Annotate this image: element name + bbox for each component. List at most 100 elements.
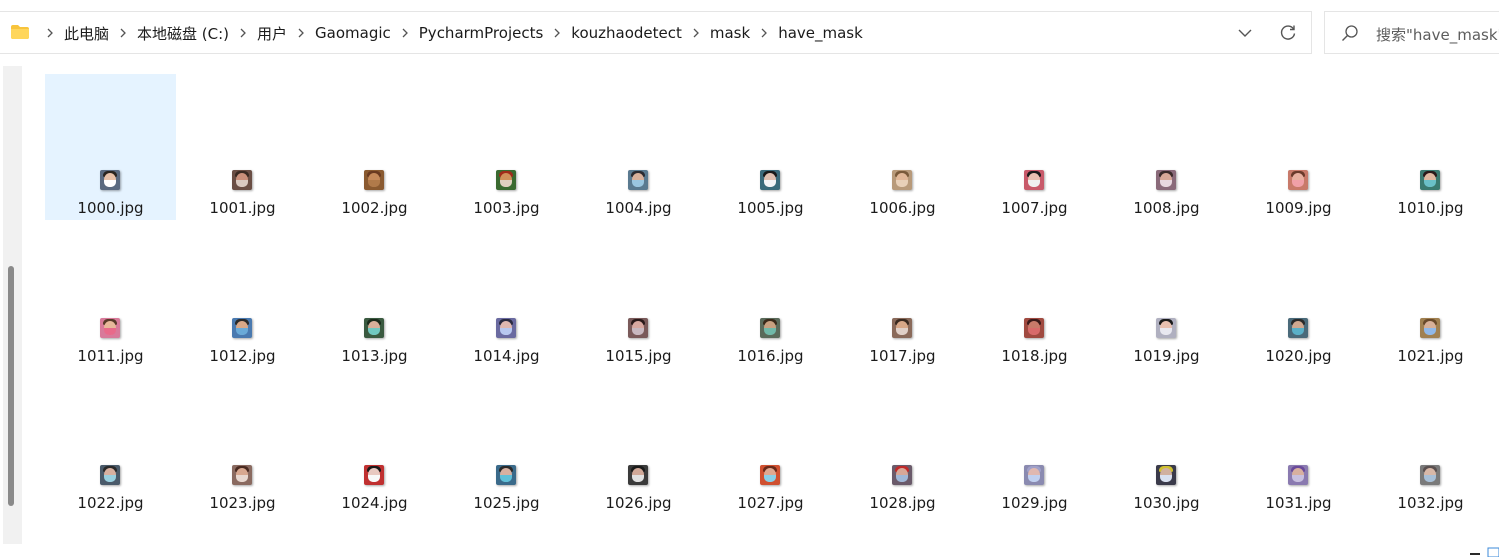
file-name: 1008.jpg [1133,199,1200,217]
file-name: 1002.jpg [341,199,408,217]
image-thumbnail [232,317,252,338]
file-item[interactable]: 1010.jpg [1365,74,1496,220]
image-thumbnail [1420,170,1440,190]
image-thumbnail [232,170,252,190]
file-item[interactable]: 1005.jpg [705,74,836,220]
file-item[interactable]: 1016.jpg [705,222,836,368]
breadcrumb-mask[interactable]: mask [706,24,754,42]
image-thumbnail [1288,465,1308,485]
file-item[interactable]: 1027.jpg [705,369,836,515]
file-item[interactable]: 1018.jpg [969,222,1100,368]
file-item[interactable]: 1020.jpg [1233,222,1364,368]
image-thumbnail [1156,317,1176,338]
chevron-right-icon[interactable] [686,26,706,41]
file-item[interactable]: 1008.jpg [1101,74,1232,220]
file-name: 1007.jpg [1001,199,1068,217]
breadcrumb-users[interactable]: 用户 [253,23,291,44]
file-name: 1027.jpg [737,494,804,512]
image-thumbnail [892,170,912,190]
file-name: 1001.jpg [209,199,276,217]
file-name: 1000.jpg [77,199,144,217]
image-thumbnail [628,170,648,190]
image-thumbnail [892,317,912,338]
file-item[interactable]: 1017.jpg [837,222,968,368]
file-item[interactable]: 1031.jpg [1233,369,1364,515]
file-item[interactable]: 1013.jpg [309,222,440,368]
image-thumbnail [496,465,516,485]
file-name: 1017.jpg [869,346,936,365]
file-item[interactable]: 1003.jpg [441,74,572,220]
address-toolbar: 此电脑 本地磁盘 (C:) 用户 Gaomagic PycharmProject… [0,0,1499,66]
image-thumbnail [760,170,780,190]
chevron-right-icon[interactable] [754,26,774,41]
breadcrumb-this-pc[interactable]: 此电脑 [60,23,113,44]
address-history-button[interactable] [1229,18,1261,48]
file-name: 1024.jpg [341,494,408,512]
breadcrumb-user-folder[interactable]: Gaomagic [311,24,395,42]
image-thumbnail [628,465,648,485]
breadcrumb-pycharm-projects[interactable]: PycharmProjects [415,24,548,42]
file-item[interactable]: 1025.jpg [441,369,572,515]
file-name: 1016.jpg [737,346,804,365]
image-thumbnail [1024,317,1044,338]
view-toggle-icon[interactable] [1470,547,1499,557]
file-item[interactable]: 1001.jpg [177,74,308,220]
file-item[interactable]: 1011.jpg [45,222,176,368]
image-thumbnail [364,465,384,485]
file-item[interactable]: 1024.jpg [309,369,440,515]
chevron-right-icon[interactable] [233,26,253,41]
image-thumbnail [496,317,516,338]
chevron-right-icon[interactable] [113,26,133,41]
image-thumbnail [892,465,912,485]
file-item[interactable]: 1002.jpg [309,74,440,220]
file-item[interactable]: 1012.jpg [177,222,308,368]
file-item[interactable]: 1030.jpg [1101,369,1232,515]
file-item[interactable]: 1019.jpg [1101,222,1232,368]
image-thumbnail [628,317,648,338]
breadcrumb-local-disk[interactable]: 本地磁盘 (C:) [133,23,233,44]
image-thumbnail [100,317,120,338]
refresh-button[interactable] [1272,18,1304,48]
file-item[interactable]: 1026.jpg [573,369,704,515]
scrollbar-thumb[interactable] [8,266,14,506]
search-input[interactable]: 搜索"have_mask" [1324,11,1499,54]
image-thumbnail [100,465,120,485]
file-name: 1014.jpg [473,346,540,365]
image-thumbnail [1024,465,1044,485]
chevron-right-icon[interactable] [40,26,60,41]
file-item[interactable]: 1032.jpg [1365,369,1496,515]
chevron-right-icon[interactable] [547,26,567,41]
file-name: 1013.jpg [341,346,408,365]
image-thumbnail [232,465,252,485]
file-name: 1003.jpg [473,199,540,217]
file-name: 1026.jpg [605,494,672,512]
image-thumbnail [1420,317,1440,338]
file-item[interactable]: 1015.jpg [573,222,704,368]
chevron-right-icon[interactable] [395,26,415,41]
image-thumbnail [496,170,516,190]
file-item[interactable]: 1000.jpg [45,74,176,220]
file-item[interactable]: 1007.jpg [969,74,1100,220]
file-name: 1021.jpg [1397,346,1464,365]
file-item[interactable]: 1022.jpg [45,369,176,515]
breadcrumb-current-folder[interactable]: have_mask [774,24,867,42]
file-item[interactable]: 1006.jpg [837,74,968,220]
image-thumbnail [760,317,780,338]
file-name: 1023.jpg [209,494,276,512]
file-item[interactable]: 1004.jpg [573,74,704,220]
file-name: 1031.jpg [1265,494,1332,512]
image-thumbnail [364,170,384,190]
file-item[interactable]: 1021.jpg [1365,222,1496,368]
image-thumbnail [1420,465,1440,485]
file-name: 1022.jpg [77,494,144,512]
file-item[interactable]: 1009.jpg [1233,74,1364,220]
file-item[interactable]: 1014.jpg [441,222,572,368]
image-thumbnail [100,170,120,190]
file-item[interactable]: 1023.jpg [177,369,308,515]
chevron-right-icon[interactable] [291,26,311,41]
image-thumbnail [364,317,384,338]
file-item[interactable]: 1028.jpg [837,369,968,515]
breadcrumb-project[interactable]: kouzhaodetect [567,24,686,42]
file-item[interactable]: 1029.jpg [969,369,1100,515]
file-name: 1005.jpg [737,199,804,217]
